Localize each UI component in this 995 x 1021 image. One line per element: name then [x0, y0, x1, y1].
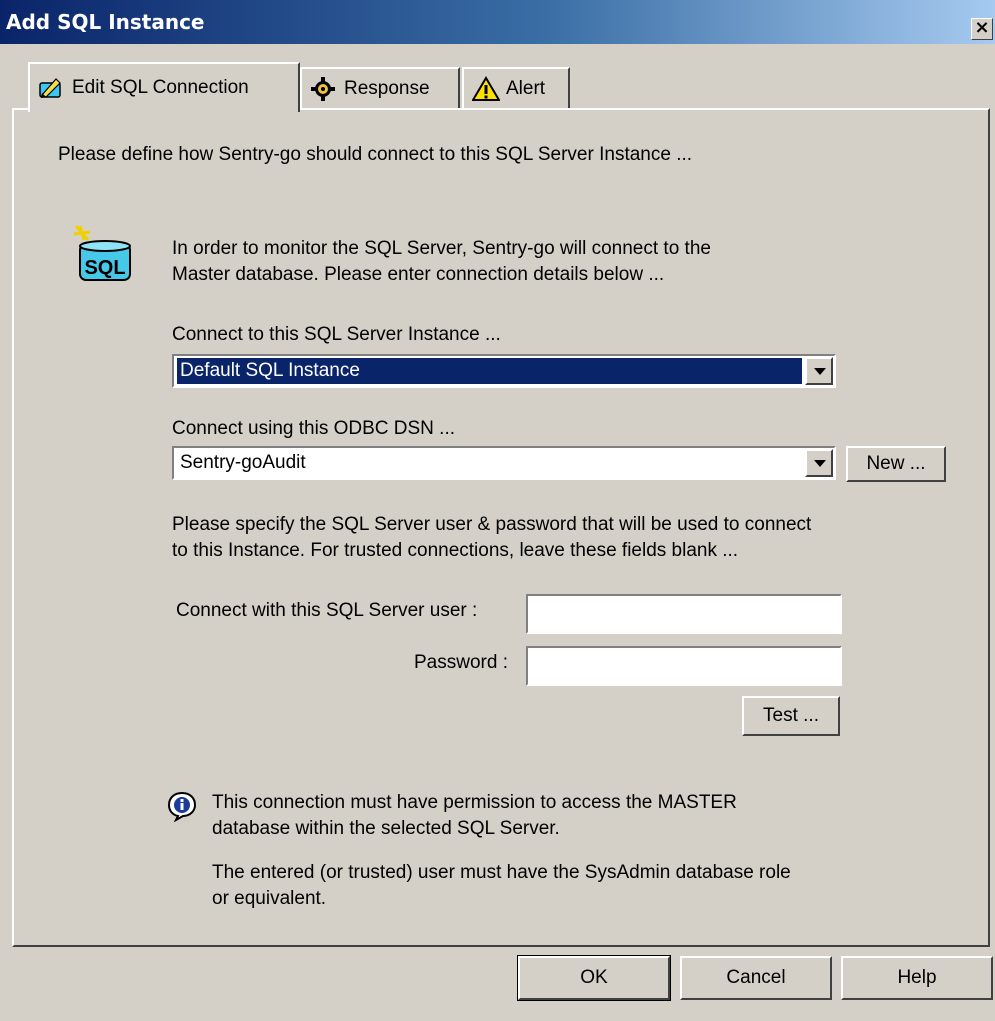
window-title: Add SQL Instance [6, 10, 205, 34]
description-line-2: Master database. Please enter connection… [172, 264, 665, 285]
edit-connection-panel: Please define how Sentry-go should conne… [12, 108, 990, 947]
description-line-1: In order to monitor the SQL Server, Sent… [172, 238, 711, 259]
credentials-text-line-1: Please specify the SQL Server user & pas… [172, 514, 812, 535]
dsn-dropdown-arrow-icon[interactable] [805, 449, 833, 477]
intro-text: Please define how Sentry-go should conne… [58, 144, 693, 165]
instance-value: Default SQL Instance [177, 358, 802, 384]
tab-response[interactable]: Response [300, 67, 460, 109]
title-bar: Add SQL Instance × [0, 0, 995, 44]
instance-label: Connect to this SQL Server Instance ... [172, 324, 501, 345]
test-button[interactable]: Test ... [742, 696, 840, 736]
alert-warning-icon [471, 76, 501, 102]
password-label: Password : [414, 652, 508, 673]
sql-user-field[interactable] [526, 594, 842, 634]
info-icon [166, 790, 198, 823]
instance-select[interactable]: Default SQL Instance [172, 354, 836, 388]
tab-label: Alert [506, 78, 546, 99]
sql-database-icon: SQL [66, 222, 136, 288]
user-label: Connect with this SQL Server user : [176, 600, 478, 621]
note-2-line-1: The entered (or trusted) user must have … [212, 862, 791, 883]
ok-button[interactable]: OK [517, 955, 671, 1001]
note-2-line-2: or equivalent. [212, 888, 327, 909]
tab-alert[interactable]: Alert [462, 67, 570, 109]
tab-label: Edit SQL Connection [72, 77, 249, 98]
cancel-button[interactable]: Cancel [680, 956, 832, 1000]
dsn-select[interactable]: Sentry-goAudit [172, 446, 836, 480]
note-1-line-2: database within the selected SQL Server. [212, 818, 560, 839]
credentials-text-line-2: to this Instance. For trusted connection… [172, 540, 739, 561]
tab-edit-sql-connection[interactable]: Edit SQL Connection [28, 62, 300, 112]
sql-icon-text: SQL [84, 257, 125, 279]
new-dsn-button[interactable]: New ... [846, 446, 946, 482]
dsn-label: Connect using this ODBC DSN ... [172, 418, 455, 439]
dsn-value: Sentry-goAudit [180, 452, 306, 473]
close-button[interactable]: × [971, 18, 993, 40]
note-1-line-1: This connection must have permission to … [212, 792, 737, 813]
tab-label: Response [344, 78, 430, 99]
edit-connection-icon [38, 75, 64, 101]
response-gear-icon [310, 76, 336, 102]
password-field[interactable] [526, 646, 842, 686]
instance-dropdown-arrow-icon[interactable] [805, 357, 833, 385]
help-button[interactable]: Help [841, 956, 993, 1000]
